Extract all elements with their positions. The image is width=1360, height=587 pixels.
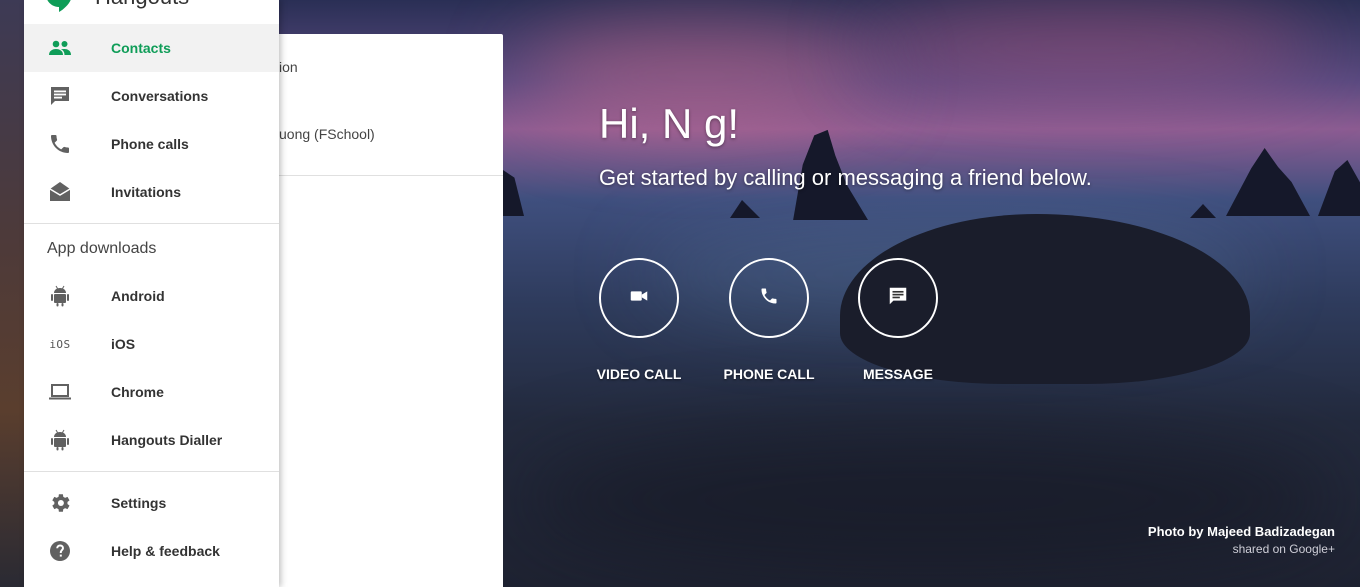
nav-item-label: Chrome [111, 384, 164, 400]
laptop-icon [48, 380, 72, 404]
drawer-divider [24, 223, 279, 224]
drawer-divider [24, 471, 279, 472]
phone-call-button[interactable]: PHONE CALL [709, 258, 829, 382]
nav-item-ios[interactable]: iOS iOS [24, 320, 279, 368]
nav-item-label: Settings [111, 495, 167, 511]
ios-icon-text: iOS [49, 337, 71, 351]
section-title-app-downloads: App downloads [47, 240, 157, 257]
nav-item-label: Conversations [111, 88, 209, 104]
android-icon [48, 284, 72, 308]
list-item[interactable]: uong (FSchool) [279, 126, 375, 142]
nav-item-label: Hangouts Dialler [111, 432, 223, 448]
message-label: MESSAGE [862, 366, 933, 382]
background-left-strip [0, 0, 24, 587]
app-title: Hangouts [95, 0, 189, 10]
message-circle[interactable] [858, 258, 938, 338]
nav-item-invitations[interactable]: Invitations [24, 168, 279, 216]
video-camera-icon [628, 285, 650, 312]
nav-item-label: Contacts [111, 40, 171, 56]
background-sea-stack [1318, 160, 1360, 216]
message-icon [887, 285, 909, 312]
nav-item-settings[interactable]: Settings [24, 479, 279, 527]
phone-icon [48, 132, 72, 156]
photo-credit-source: shared on Google+ [1232, 542, 1335, 556]
android-icon [48, 428, 72, 452]
nav-item-label: Android [111, 288, 165, 304]
invitations-icon [48, 180, 72, 204]
phone-call-circle[interactable] [729, 258, 809, 338]
background-rock [730, 200, 760, 218]
nav-item-chrome[interactable]: Chrome [24, 368, 279, 416]
contacts-icon [48, 36, 72, 60]
greeting-subtitle: Get started by calling or messaging a fr… [599, 165, 1092, 190]
background-sea-stack [1226, 148, 1310, 216]
nav-item-label: iOS [111, 336, 136, 352]
nav-item-conversations[interactable]: Conversations [24, 72, 279, 120]
navigation-drawer: Hangouts Contacts Conversations Phone ca… [24, 0, 279, 587]
nav-item-hangouts-dialler[interactable]: Hangouts Dialler [24, 416, 279, 464]
video-call-button[interactable]: VIDEO CALL [579, 258, 699, 382]
nav-item-label: Invitations [111, 184, 182, 200]
nav-item-contacts[interactable]: Contacts [24, 24, 279, 72]
photo-credit-author[interactable]: Photo by Majeed Badizadegan [1148, 524, 1335, 539]
conversations-icon [48, 84, 72, 108]
help-icon [48, 539, 72, 563]
nav-item-label: Help & feedback [111, 543, 220, 559]
ios-icon: iOS [48, 332, 72, 356]
video-call-label: VIDEO CALL [596, 366, 682, 382]
background-rock [1190, 204, 1216, 218]
nav-item-android[interactable]: Android [24, 272, 279, 320]
greeting-heading: Hi, N g! [599, 100, 740, 147]
gear-icon [48, 491, 72, 515]
list-item-text: ion [279, 59, 298, 75]
background-cloud [860, 0, 1320, 90]
hangouts-page: ion uong (FSchool) Hangouts Contacts [0, 0, 1360, 587]
drawer-header: Hangouts [24, 0, 279, 22]
nav-item-label: Phone calls [111, 136, 189, 152]
list-divider [279, 175, 503, 176]
list-item-text: uong (FSchool) [279, 126, 375, 142]
nav-item-help-feedback[interactable]: Help & feedback [24, 527, 279, 575]
phone-call-label: PHONE CALL [723, 366, 815, 382]
phone-icon [759, 286, 779, 311]
video-call-circle[interactable] [599, 258, 679, 338]
photo-credit: Photo by Majeed Badizadegan shared on Go… [1148, 524, 1335, 556]
background-rock [500, 168, 524, 216]
nav-item-phone-calls[interactable]: Phone calls [24, 120, 279, 168]
message-button[interactable]: MESSAGE [838, 258, 958, 382]
hangouts-logo-icon [46, 0, 72, 12]
list-item[interactable]: ion [279, 59, 298, 75]
